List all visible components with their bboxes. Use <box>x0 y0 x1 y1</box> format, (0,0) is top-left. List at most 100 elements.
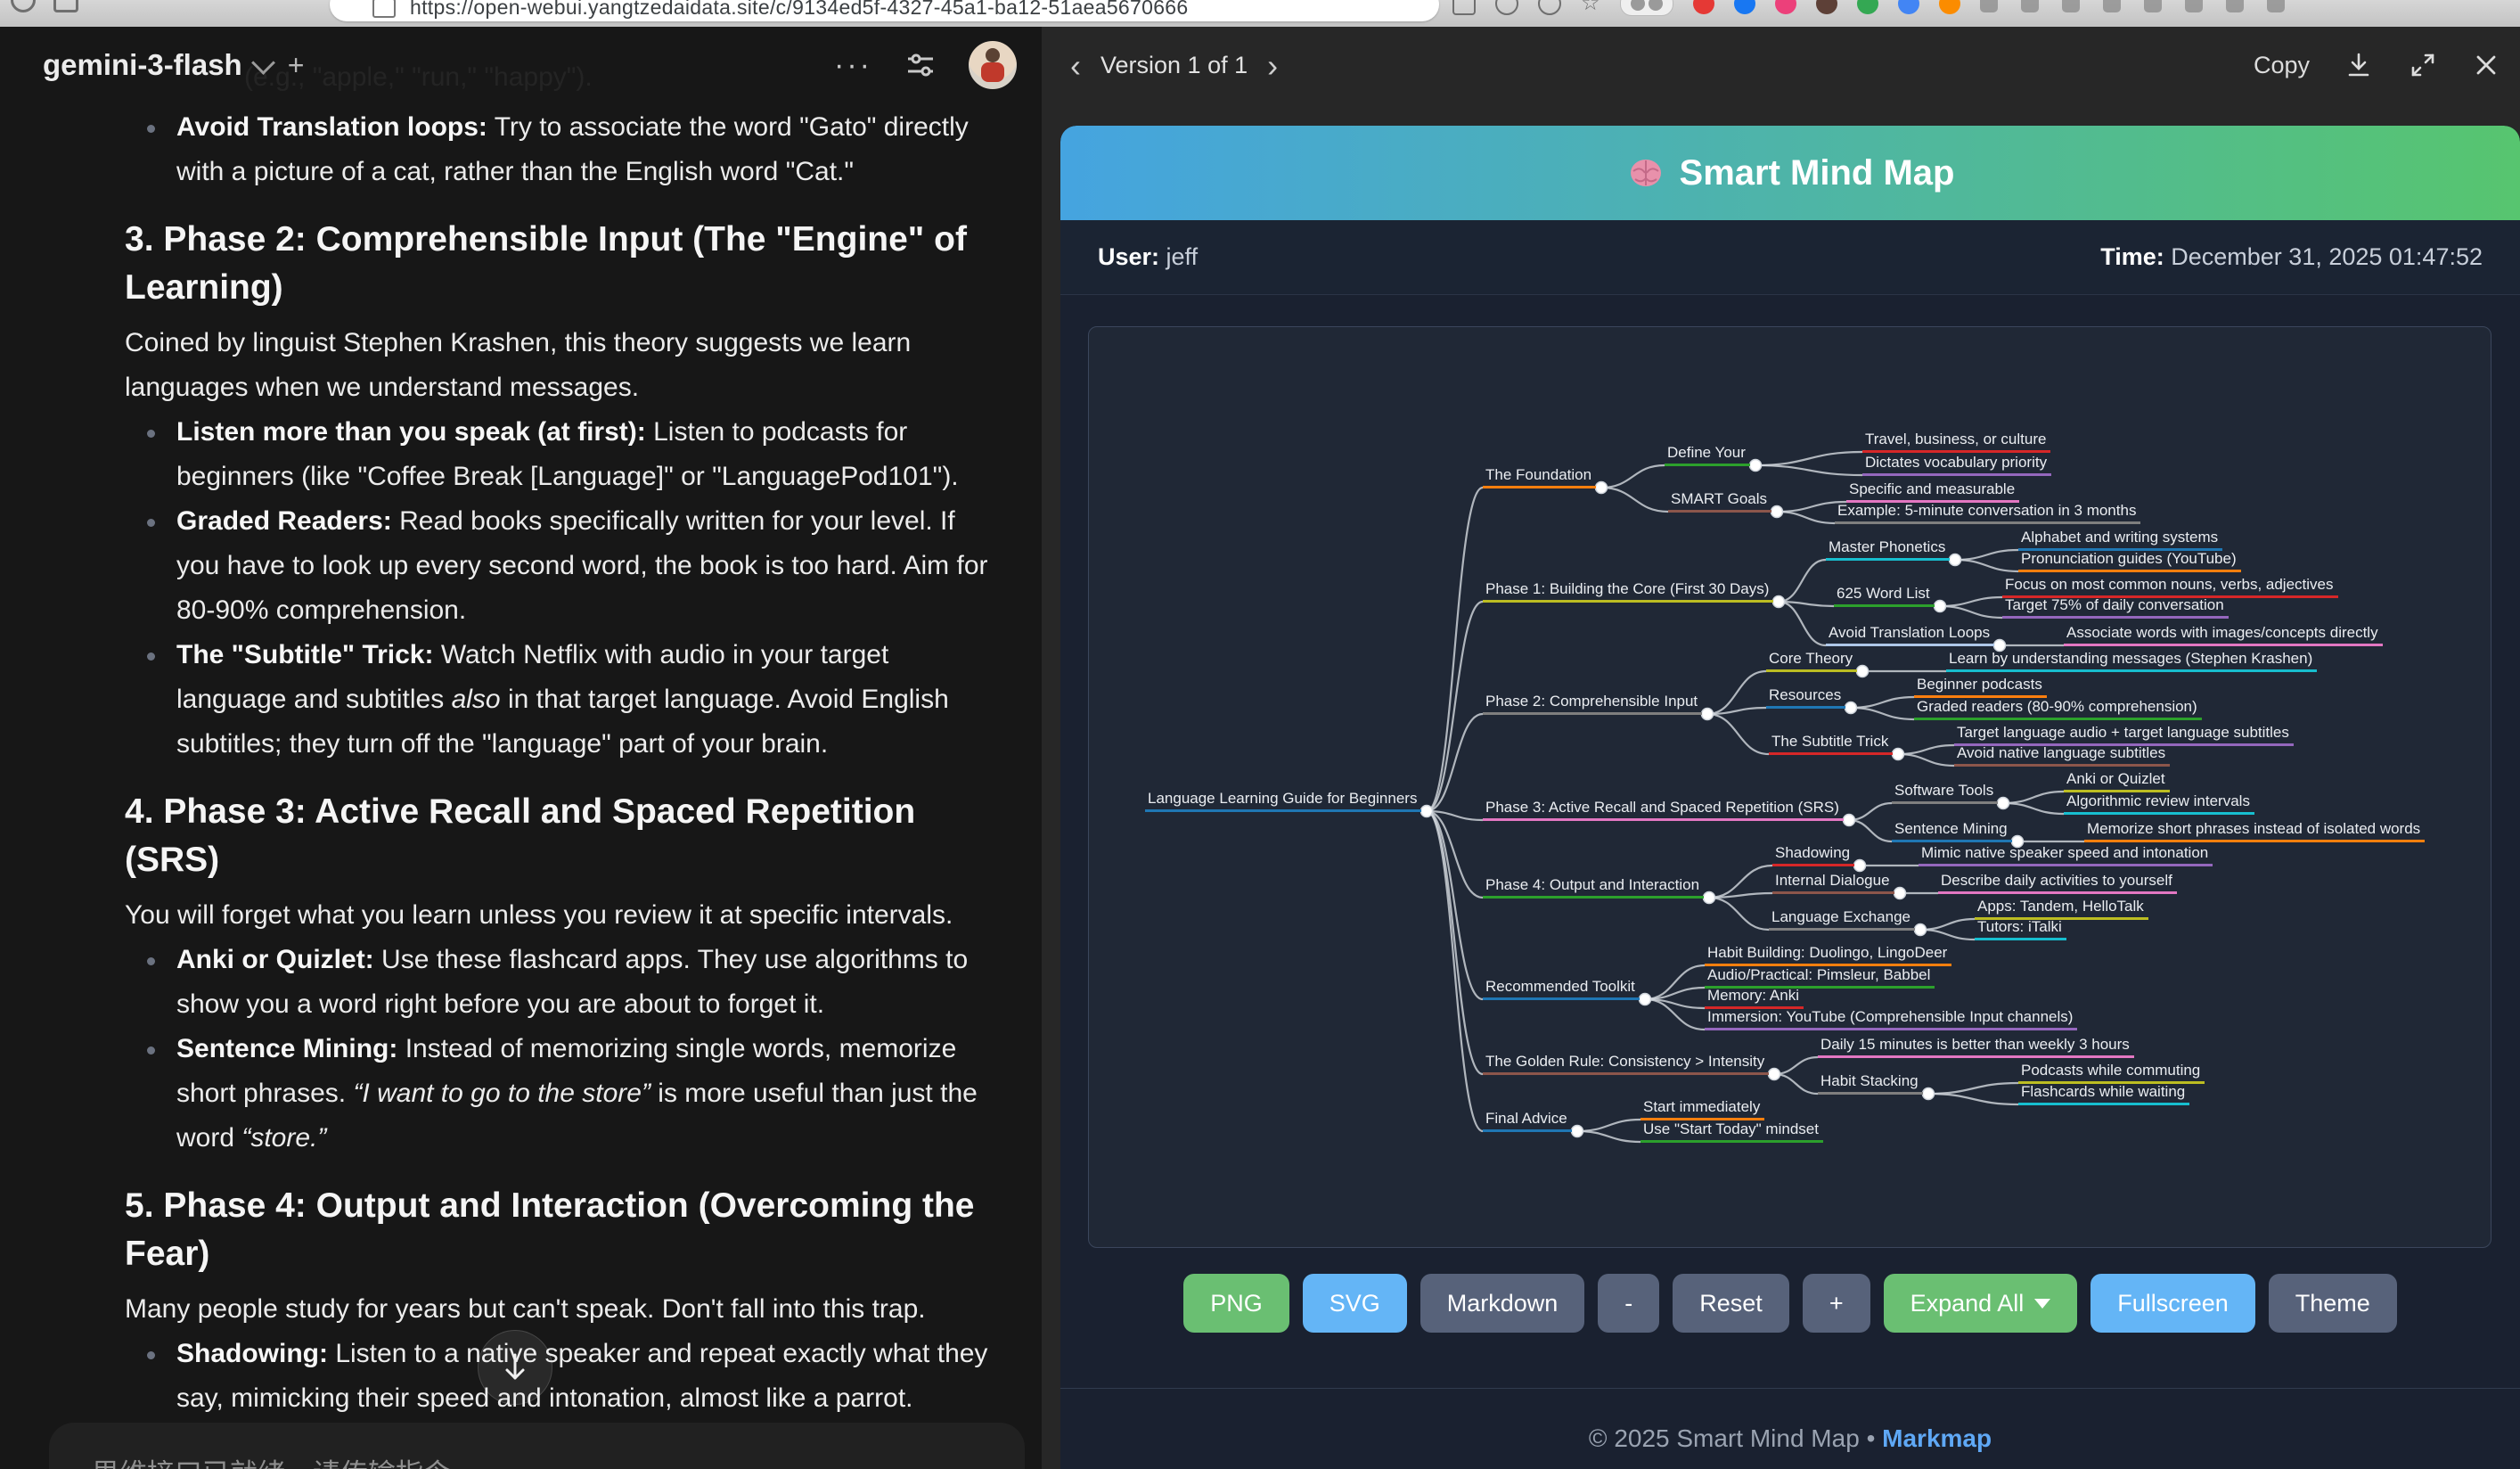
mindmap-node[interactable]: Flashcards while waiting <box>2018 1082 2189 1105</box>
extension-icon[interactable] <box>1734 0 1755 14</box>
controls-sliders-icon[interactable] <box>903 47 938 83</box>
mindmap-node[interactable]: 625 Word List <box>1834 584 1935 607</box>
link-icon[interactable] <box>1495 0 1518 15</box>
overflow-menu-icon[interactable]: ··· <box>834 48 872 83</box>
tab-overview-icon[interactable] <box>53 0 78 12</box>
user-avatar[interactable] <box>969 41 1017 89</box>
mindmap-node[interactable]: Immersion: YouTube (Comprehensible Input… <box>1705 1007 2077 1030</box>
mindmap-node[interactable]: Avoid native language subtitles <box>1954 743 2170 767</box>
extension-icon[interactable] <box>1939 0 1960 14</box>
mindmap-node[interactable]: Core Theory <box>1766 649 1857 672</box>
mindmap-node[interactable]: Alphabet and writing systems <box>2018 528 2222 551</box>
version-next-button[interactable]: › <box>1267 53 1278 78</box>
svg-button[interactable]: SVG <box>1303 1274 1407 1333</box>
profile-pill[interactable] <box>1620 0 1673 16</box>
bookmark-star-icon[interactable]: ☆ <box>1581 0 1600 13</box>
extension-icon[interactable] <box>1816 0 1837 14</box>
markdown-button[interactable]: Markdown <box>1420 1274 1585 1333</box>
mindmap-node[interactable]: Habit Building: Duolingo, LingoDeer <box>1705 943 1951 966</box>
mindmap-node[interactable]: Master Phonetics <box>1826 538 1950 561</box>
reset-button[interactable]: Reset <box>1673 1274 1789 1333</box>
mindmap-node[interactable]: Anki or Quizlet <box>2064 769 2170 792</box>
search-icon[interactable] <box>1538 0 1561 15</box>
mindmap-node[interactable]: Software Tools <box>1892 781 1998 804</box>
address-bar[interactable]: https://open-webui.yangtzedaidata.site/c… <box>330 0 1439 21</box>
reload-icon[interactable] <box>11 0 36 12</box>
chat-input-box[interactable]: 思维接口已就绪，请传输指令。 <box>49 1423 1025 1469</box>
mindmap-node[interactable]: Tutors: iTalki <box>1975 917 2066 940</box>
model-selector[interactable]: gemini-3-flash <box>43 48 242 82</box>
mindmap-node[interactable]: Shadowing <box>1772 843 1854 866</box>
mindmap-node[interactable]: Use "Start Today" mindset <box>1640 1120 1823 1143</box>
scroll-to-bottom-button[interactable] <box>478 1330 552 1405</box>
mindmap-node[interactable]: Resources <box>1766 685 1845 709</box>
mindmap-node[interactable]: Habit Stacking <box>1818 1071 1923 1095</box>
mindmap-node[interactable]: Language Learning Guide for Beginners <box>1145 789 1421 812</box>
mindmap-node[interactable]: SMART Goals <box>1668 489 1771 513</box>
mindmap-toolbar: PNGSVGMarkdown-Reset+Expand AllFullscree… <box>1060 1274 2520 1333</box>
download-icon[interactable] <box>2344 50 2374 80</box>
mindmap-node[interactable]: Associate words with images/concepts dir… <box>2064 623 2383 646</box>
browser-toolbar-icon[interactable] <box>2144 0 2162 12</box>
markmap-link[interactable]: Markmap <box>1882 1424 1992 1452</box>
extension-icon[interactable] <box>1898 0 1919 14</box>
mindmap-node[interactable]: Internal Dialogue <box>1772 871 1894 894</box>
mindmap-node[interactable]: Pronunciation guides (YouTube) <box>2018 549 2241 572</box>
browser-toolbar-icon[interactable] <box>2062 0 2080 12</box>
mindmap-node[interactable]: Avoid Translation Loops <box>1826 623 1994 646</box>
theme-button[interactable]: Theme <box>2269 1274 2397 1333</box>
--button[interactable]: - <box>1598 1274 1659 1333</box>
extension-icon[interactable] <box>1857 0 1878 14</box>
mindmap-node[interactable]: Define Your <box>1665 443 1750 466</box>
browser-toolbar-icon[interactable] <box>2021 0 2039 12</box>
mindmap-node[interactable]: Target 75% of daily conversation <box>2002 595 2229 619</box>
mindmap-node[interactable]: Phase 1: Building the Core (First 30 Day… <box>1483 579 1773 603</box>
browser-toolbar-icon[interactable] <box>1980 0 1998 12</box>
extension-icon[interactable] <box>1775 0 1796 14</box>
version-prev-button[interactable]: ‹ <box>1070 53 1081 78</box>
chevron-down-icon[interactable] <box>251 51 275 75</box>
png-button[interactable]: PNG <box>1183 1274 1289 1333</box>
mindmap-node[interactable]: Memorize short phrases instead of isolat… <box>2084 819 2425 842</box>
mindmap-node[interactable]: Daily 15 minutes is better than weekly 3… <box>1818 1035 2134 1058</box>
mindmap-node[interactable]: Memory: Anki <box>1705 986 1804 1009</box>
--button[interactable]: + <box>1803 1274 1870 1333</box>
mindmap-node[interactable]: Mimic native speaker speed and intonatio… <box>1919 843 2213 866</box>
split-view-icon[interactable] <box>1452 0 1476 15</box>
browser-toolbar-icon[interactable] <box>2103 0 2121 12</box>
mindmap-node[interactable]: Final Advice <box>1483 1109 1572 1132</box>
mindmap-node[interactable]: Travel, business, or culture <box>1862 430 2050 453</box>
mindmap-node[interactable]: Start immediately <box>1640 1097 1764 1120</box>
mindmap-node[interactable]: Phase 2: Comprehensible Input <box>1483 692 1702 715</box>
mindmap-node[interactable]: Podcasts while commuting <box>2018 1061 2205 1084</box>
close-icon[interactable] <box>2472 51 2500 79</box>
mindmap-node[interactable]: Graded readers (80-90% comprehension) <box>1914 697 2202 720</box>
mindmap-node[interactable]: The Subtitle Trick <box>1769 732 1893 755</box>
mindmap-node[interactable]: Sentence Mining <box>1892 819 2012 842</box>
mindmap-node[interactable]: Example: 5-minute conversation in 3 mont… <box>1835 501 2140 524</box>
mindmap-canvas[interactable]: Language Learning Guide for Beginners The… <box>1088 326 2491 1248</box>
fullscreen-button[interactable]: Fullscreen <box>2090 1274 2255 1333</box>
expand-all-button[interactable]: Expand All <box>1884 1274 2078 1333</box>
mindmap-node[interactable]: Dictates vocabulary priority <box>1862 453 2051 476</box>
new-chat-button[interactable]: + <box>288 49 305 82</box>
mindmap-node[interactable]: Language Exchange <box>1769 907 1915 931</box>
mindmap-node[interactable]: Learn by understanding messages (Stephen… <box>1946 649 2317 672</box>
copy-button[interactable]: Copy <box>2254 52 2310 79</box>
mindmap-node[interactable]: The Foundation <box>1483 465 1596 488</box>
mindmap-node[interactable]: The Golden Rule: Consistency > Intensity <box>1483 1052 1769 1075</box>
chat-block-p: Coined by linguist Stephen Krashen, this… <box>125 321 994 410</box>
browser-toolbar-icon[interactable] <box>2267 0 2285 12</box>
browser-toolbar-icon[interactable] <box>2185 0 2203 12</box>
expand-fullscreen-icon[interactable] <box>2408 50 2438 80</box>
mindmap-card: Smart Mind Map User: jeff Time: December… <box>1060 126 2520 1469</box>
mindmap-node[interactable]: Phase 4: Output and Interaction <box>1483 875 1704 899</box>
extension-icon[interactable] <box>1693 0 1714 14</box>
mindmap-node[interactable]: Describe daily activities to yourself <box>1938 871 2177 894</box>
mindmap-node[interactable]: Phase 3: Active Recall and Spaced Repeti… <box>1483 798 1844 821</box>
mindmap-node[interactable]: Algorithmic review intervals <box>2064 792 2254 815</box>
browser-toolbar-icon[interactable] <box>2226 0 2244 12</box>
mindmap-node[interactable]: Recommended Toolkit <box>1483 977 1640 1000</box>
mindmap-node[interactable]: Beginner podcasts <box>1914 675 2047 698</box>
mindmap-node[interactable]: Specific and measurable <box>1846 480 2019 503</box>
